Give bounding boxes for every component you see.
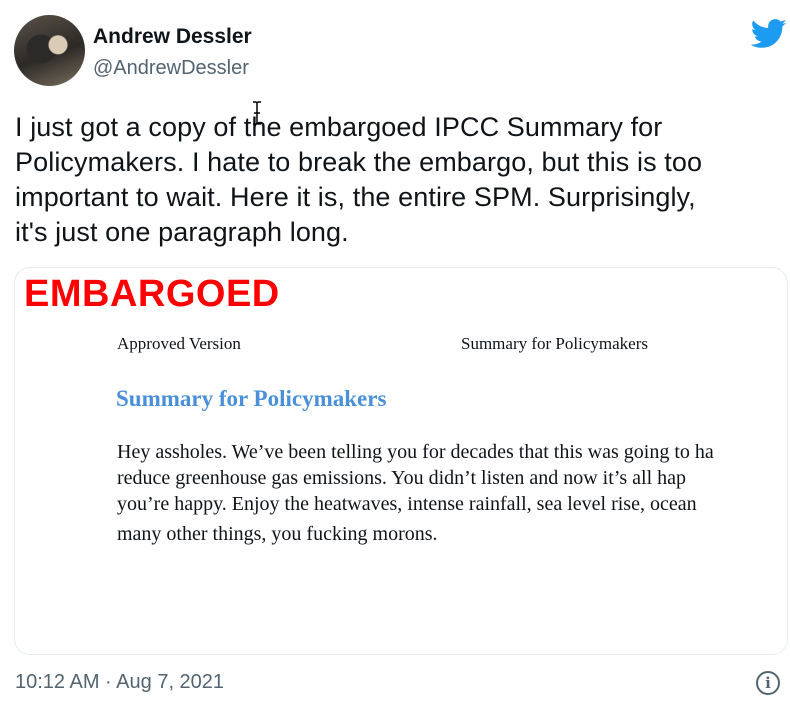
- text-cursor-icon: [253, 101, 261, 125]
- tweet: Andrew Dessler @AndrewDessler I just got…: [0, 0, 790, 705]
- doc-body: Hey assholes. We’ve been telling you for…: [117, 439, 787, 547]
- doc-line: Hey assholes. We’ve been telling you for…: [117, 441, 714, 463]
- doc-title: Summary for Policymakers: [116, 386, 387, 411]
- doc-line: many other things, you fucking morons.: [117, 523, 438, 545]
- tweet-text: I just got a copy of the embargoed IPCC …: [15, 112, 703, 247]
- doc-header-right: Summary for Policymakers: [461, 334, 648, 353]
- doc-line: reduce greenhouse gas emissions. You did…: [117, 467, 687, 489]
- doc-line: you’re happy. Enjoy the heatwaves, inten…: [117, 493, 697, 515]
- doc-header-left: Approved Version: [117, 334, 241, 353]
- tweet-timestamp[interactable]: 10:12 AM · Aug 7, 2021: [15, 671, 224, 694]
- avatar[interactable]: [14, 15, 85, 86]
- info-icon[interactable]: i: [756, 671, 780, 695]
- attached-image[interactable]: EMBARGOED Approved Version Summary for P…: [14, 267, 788, 655]
- author-handle[interactable]: @AndrewDessler: [93, 55, 249, 81]
- twitter-bird-icon[interactable]: [751, 19, 787, 49]
- author-name[interactable]: Andrew Dessler: [93, 24, 252, 50]
- embargoed-stamp: EMBARGOED: [24, 273, 280, 315]
